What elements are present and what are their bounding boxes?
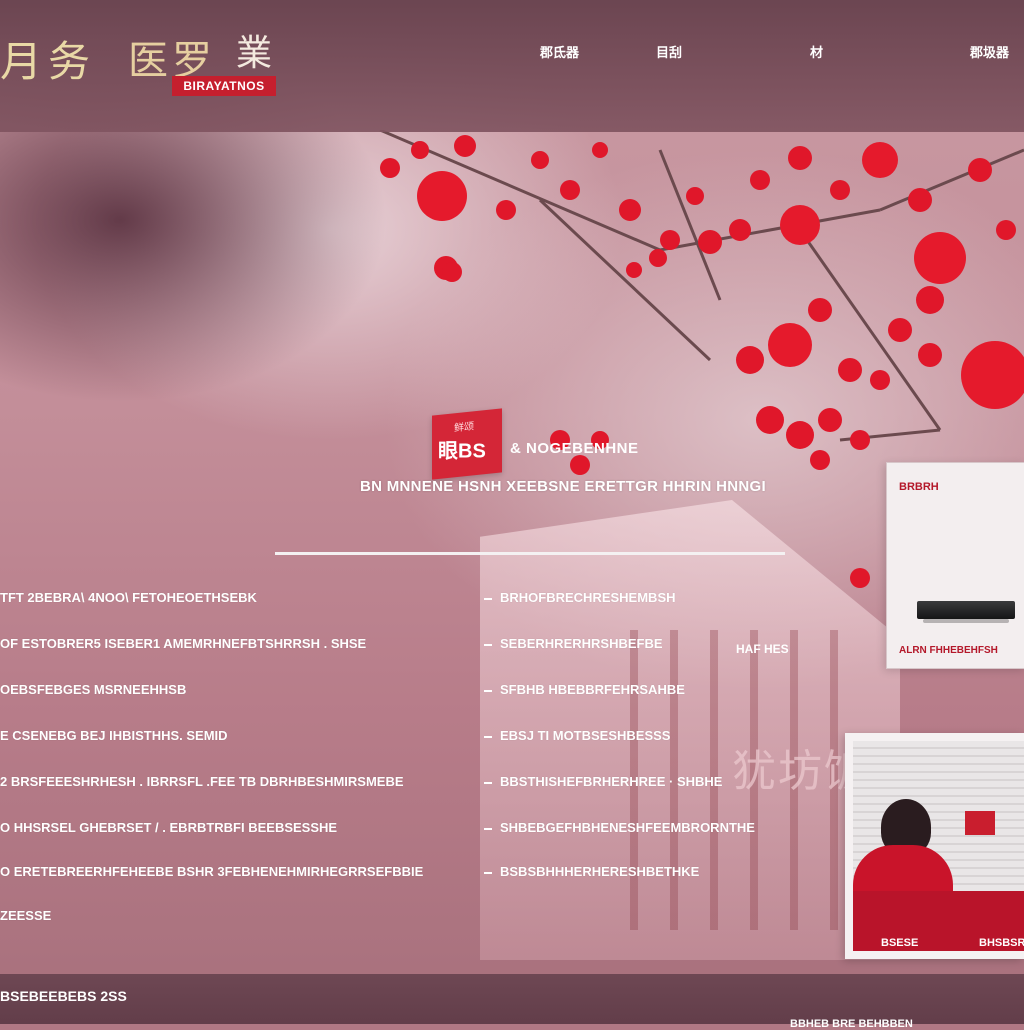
- list-item[interactable]: SHBEBGEFHBHENESHFEEMBRORNTHE: [484, 820, 755, 835]
- list-item-label: BBSTHISHEFBRHERHREE · SHBHE: [500, 774, 723, 789]
- list-item[interactable]: O ERETEBREERHFEHEEBE BSHR 3FEBHENEHMIRHE…: [0, 864, 423, 879]
- banner-title: & NOGEBENHNE: [510, 440, 639, 457]
- list-item[interactable]: BRHOFBRECHRESHEMBSH: [484, 590, 676, 605]
- banner-badge-small-text: 鲜颂: [454, 421, 474, 435]
- list-item[interactable]: OEBSFEBGES MSRNEEHHSB: [0, 682, 186, 697]
- top-navigation-bar: 月务 医罗 業 BIRAYATNOS 郡氐器 目刮 材 郡圾器: [0, 0, 1024, 132]
- list-item[interactable]: OF ESTOBRER5 ISEBER1 AMEMRHNEFBTSHRRSH .…: [0, 636, 366, 651]
- office-photo: BSESE BHSBSR: [853, 741, 1024, 951]
- bullet-icon: [484, 689, 492, 692]
- banner-divider: [275, 552, 785, 555]
- bullet-icon: [484, 597, 492, 600]
- device-image: [917, 601, 1015, 623]
- banner-badge[interactable]: 鲜颂 眼BS: [432, 408, 502, 480]
- floating-label: HAF HES: [736, 642, 789, 656]
- product-card-caption: ALRN FHHEBEHFSH: [899, 645, 998, 656]
- list-item-label: EBSJ TI MOTBSESHBESSS: [500, 728, 671, 743]
- nav-item-1[interactable]: 郡氐器: [540, 42, 579, 61]
- photo-caption-right: BHSBSR: [979, 937, 1024, 949]
- footer-bar: BSEBEEBEBS 2SS BBHEB BRE BEHBBEN: [0, 974, 1024, 1030]
- list-item[interactable]: EBSJ TI MOTBSESHBESSS: [484, 728, 670, 743]
- bullet-icon: [484, 871, 492, 874]
- footer-links[interactable]: BBHEB BRE BEHBBEN: [790, 1018, 913, 1030]
- banner-badge-text: 眼BS: [438, 440, 486, 463]
- nav-item-4[interactable]: 郡圾器: [970, 42, 1009, 61]
- product-card[interactable]: BRBRH ALRN FHHEBEHFSH: [886, 462, 1024, 669]
- list-item[interactable]: ZEESSE: [0, 908, 51, 923]
- red-box: [965, 811, 995, 835]
- list-item[interactable]: SEBERHRERHRSHBEFBE: [484, 636, 663, 651]
- list-item[interactable]: BSBSBHHHERHERESHBETHKE: [484, 864, 699, 879]
- footer-text: BSEBEEBEBS 2SS: [0, 988, 127, 1004]
- list-item-label: BRHOFBRECHRESHEMBSH: [500, 590, 676, 605]
- list-item[interactable]: E CSENEBG BEJ IHBISTHHS. SEMID: [0, 728, 228, 743]
- logo-english-badge: BIRAYATNOS: [172, 76, 276, 96]
- news-list-left: TFT 2BEBRA\ 4NOO\ FETOHEOETHSEBK OF ESTO…: [0, 590, 480, 930]
- list-item[interactable]: TFT 2BEBRA\ 4NOO\ FETOHEOETHSEBK: [0, 590, 257, 605]
- nav-item-2[interactable]: 目刮: [656, 42, 682, 61]
- list-item-label: SEBERHRERHRSHBEFBE: [500, 636, 663, 651]
- bullet-icon: [484, 643, 492, 646]
- list-item[interactable]: O HHSRSEL GHEBRSET / . EBRBTRBFI BEEBSES…: [0, 820, 337, 835]
- nav-item-3[interactable]: 材: [810, 42, 823, 61]
- list-item[interactable]: SFBHB HBEBBRFEHRSAHBE: [484, 682, 685, 697]
- bullet-icon: [484, 827, 492, 830]
- list-item[interactable]: 2 BRSFEEESHRHESH . IBRRSFL .FEE TB DBRHB…: [0, 774, 404, 789]
- photo-card[interactable]: BSESE BHSBSR: [845, 733, 1024, 959]
- banner-subtitle: BN MNNENE HSNH XEEBSNE ERETTGR HHRIN HNN…: [360, 478, 766, 495]
- main-nav: 郡氐器 目刮 材 郡圾器: [0, 42, 1024, 62]
- news-list-right: BRHOFBRECHRESHEMBSH SEBERHRERHRSHBEFBE S…: [484, 590, 755, 880]
- bullet-icon: [484, 781, 492, 784]
- bullet-icon: [484, 735, 492, 738]
- product-card-title: BRBRH: [899, 481, 939, 493]
- list-item-label: SHBEBGEFHBHENESHFEEMBRORNTHE: [500, 820, 755, 835]
- list-item[interactable]: BBSTHISHEFBRHERHREE · SHBHE: [484, 774, 722, 789]
- list-item-label: SFBHB HBEBBRFEHRSAHBE: [500, 682, 685, 697]
- photo-caption-left: BSESE: [881, 937, 919, 949]
- list-item-label: BSBSBHHHERHERESHBETHKE: [500, 864, 700, 879]
